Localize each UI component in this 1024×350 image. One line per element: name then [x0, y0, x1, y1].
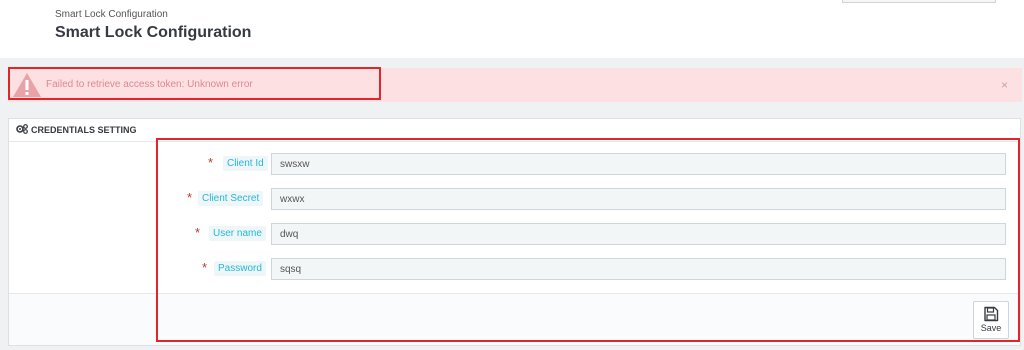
highlight-box-alert	[8, 67, 381, 100]
breadcrumb[interactable]: Smart Lock Configuration	[55, 9, 168, 20]
page-header: Smart Lock Configuration Smart Lock Conf…	[0, 0, 1024, 58]
cogs-icon	[16, 120, 28, 142]
page-title: Smart Lock Configuration	[55, 24, 252, 41]
highlight-box-form	[156, 138, 1020, 342]
close-icon[interactable]: ×	[1001, 78, 1008, 92]
toolbar-box	[842, 0, 996, 3]
panel-heading-text: CREDENTIALS SETTING	[31, 125, 137, 135]
